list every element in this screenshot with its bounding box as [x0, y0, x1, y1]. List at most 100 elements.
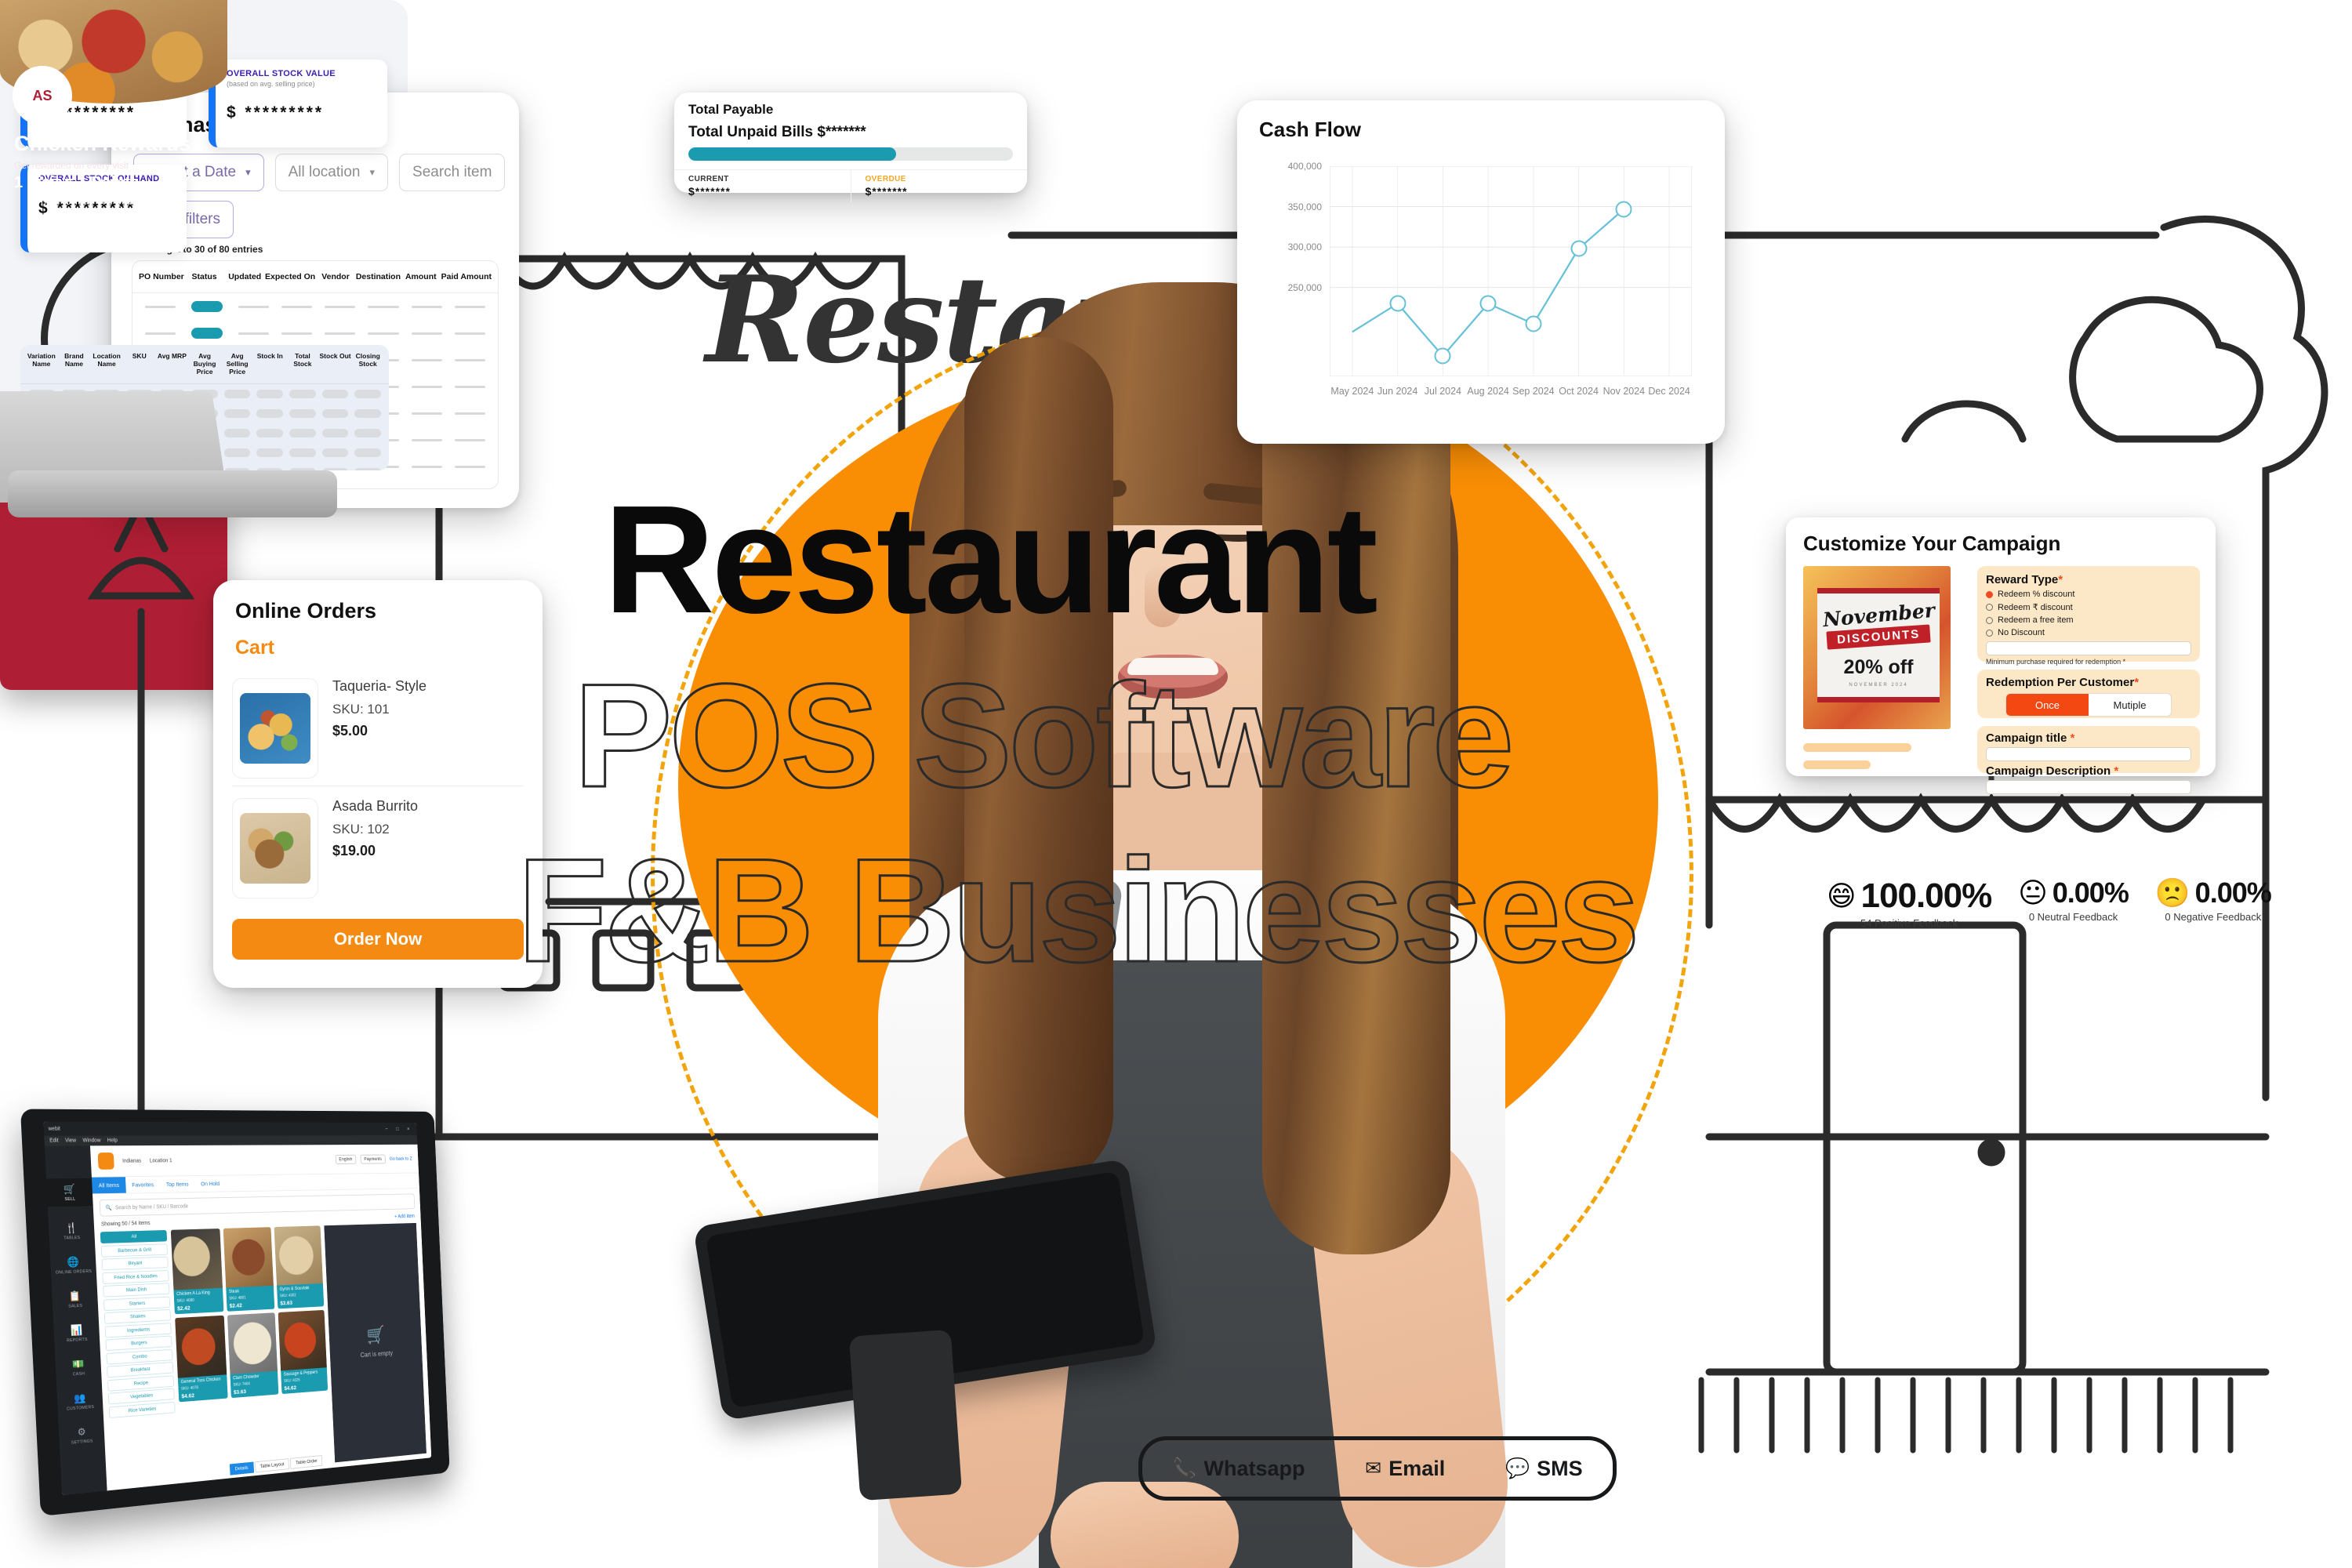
sidebar-icon: 📋: [68, 1290, 82, 1302]
breadcrumb-brand[interactable]: Indianas: [122, 1158, 141, 1163]
cell-placeholder: [289, 390, 316, 399]
product-image: [170, 1229, 223, 1290]
go-back-link[interactable]: Go back to Z: [390, 1156, 412, 1162]
product-tile[interactable]: Gyros & Souvlaki SKU: 4302 $3.63: [274, 1225, 325, 1309]
category-main-dish[interactable]: Main Dish: [103, 1283, 170, 1298]
cell-placeholder: [289, 409, 316, 419]
sidebar-item-online-orders[interactable]: 🌐 ONLINE ORDERS: [50, 1255, 96, 1276]
menu-item[interactable]: View: [65, 1138, 76, 1144]
category-biryani[interactable]: Biryani: [101, 1256, 169, 1271]
pos-search-input[interactable]: 🔍 Search by Name / SKU / Barcode: [99, 1193, 416, 1217]
tab-top-items[interactable]: Top Items: [160, 1176, 195, 1192]
redemption-toggle[interactable]: Once Mutiple: [2005, 693, 2172, 717]
col-destination: Destination: [355, 272, 401, 281]
breadcrumb-location[interactable]: Location 1: [150, 1158, 172, 1163]
channel-sms[interactable]: 💬 SMS: [1505, 1457, 1583, 1481]
cell-placeholder: [354, 468, 382, 470]
product-price: $4.62: [284, 1384, 297, 1392]
sidebar-item-reports[interactable]: 📊 REPORTS: [53, 1323, 100, 1344]
cell-placeholder: [321, 390, 349, 399]
sidebar-item-settings[interactable]: ⚙ SETTINGS: [59, 1425, 105, 1447]
add-item-button[interactable]: + Add Item: [394, 1214, 415, 1219]
item-price: $19.00: [332, 843, 376, 858]
category-shakes[interactable]: Shakes: [103, 1308, 172, 1324]
minimum-purchase-input[interactable]: [1986, 641, 2191, 655]
item-thumbnail-frame: [232, 678, 318, 779]
window-controls[interactable]: − □ ×: [385, 1127, 413, 1131]
toggle-multiple[interactable]: Mutiple: [2089, 694, 2171, 716]
campaign-description-label: Campaign Description *: [1986, 764, 2191, 778]
search-item-input[interactable]: Search item: [399, 154, 506, 191]
category-ingredients[interactable]: Ingredients: [104, 1322, 172, 1338]
product-tile[interactable]: Chicken A La King SKU: 4080 $2.42: [170, 1229, 224, 1315]
radio-redeem-currency[interactable]: Redeem ₹ discount: [1986, 602, 2191, 612]
order-now-button[interactable]: Order Now: [232, 919, 524, 960]
table-row[interactable]: [132, 320, 498, 347]
bottom-tab-details[interactable]: Details: [229, 1461, 254, 1475]
online-orders-title: Online Orders: [235, 599, 377, 622]
product-tile[interactable]: Steak SKU: 4801 $2.42: [223, 1227, 275, 1312]
cell-placeholder: [411, 438, 442, 441]
x-axis-tick: Jul 2024: [1424, 386, 1462, 397]
category-fried-rice-noodles[interactable]: Fried Rice & Noodles: [102, 1269, 169, 1284]
table-row[interactable]: [132, 293, 498, 320]
category-barbecue-grill[interactable]: Barbecue & Grill: [100, 1243, 168, 1258]
radio-redeem-free-item[interactable]: Redeem a free item: [1986, 615, 2191, 625]
bottom-tab-table-order[interactable]: Table Order: [290, 1454, 323, 1469]
sidebar-item-tables[interactable]: 🍴 TABLES: [49, 1221, 95, 1241]
cart-item-details: Taqueria- Style SKU: 101 $5.00: [332, 678, 426, 739]
promo-fine-print: NOVEMBER 2024: [1849, 682, 1908, 688]
cell-placeholder: [411, 412, 442, 415]
x-axis-tick: Nov 2024: [1602, 386, 1646, 397]
campaign-title-heading: Customize Your Campaign: [1803, 532, 2061, 555]
channel-email[interactable]: ✉ Email: [1365, 1457, 1445, 1481]
cart-item-row[interactable]: Asada Burrito SKU: 102 $19.00: [232, 798, 524, 898]
radio-label: No Discount: [1998, 628, 2045, 637]
channel-whatsapp[interactable]: 📞 Whatsapp: [1172, 1457, 1305, 1481]
campaign-description-input[interactable]: [1986, 780, 2191, 794]
y-axis-tick: 250,000: [1287, 281, 1322, 293]
menu-item[interactable]: Edit: [49, 1138, 59, 1144]
sidebar-item-cash[interactable]: 💵 CASH: [55, 1356, 101, 1377]
category-all[interactable]: All: [100, 1229, 168, 1244]
redemption-group: Redemption Per Customer* Once Mutiple: [1977, 670, 2200, 718]
cart-item-row[interactable]: Taqueria- Style SKU: 101 $5.00: [232, 678, 524, 779]
toggle-once[interactable]: Once: [2006, 694, 2089, 716]
radio-no-discount[interactable]: No Discount: [1986, 628, 2191, 637]
channel-label: SMS: [1537, 1456, 1583, 1480]
cell-placeholder: [321, 409, 349, 419]
overdue-value: $*******: [865, 185, 908, 198]
reports-column-header: Brand Name: [64, 352, 84, 368]
category-burgers[interactable]: Burgers: [105, 1335, 172, 1352]
category-rice-varieties[interactable]: Rice Varieties: [108, 1401, 176, 1418]
cell-placeholder: [454, 385, 485, 388]
sidebar-icon: 👥: [74, 1392, 86, 1404]
status-badge: [191, 301, 223, 312]
radio-label: Redeem a free item: [1998, 615, 2074, 625]
cell-placeholder: [454, 438, 485, 441]
cell-placeholder: [281, 305, 312, 308]
product-tile[interactable]: General Tsos Chicken SKU: 4078 $4.62: [175, 1315, 228, 1403]
tab-all-items[interactable]: All Items: [91, 1177, 126, 1194]
stat-subheading: (based on avg. selling price): [227, 80, 315, 88]
menu-item[interactable]: Window: [82, 1138, 100, 1144]
category-starters[interactable]: Starters: [103, 1296, 171, 1311]
cell-placeholder: [145, 332, 176, 335]
y-axis-tick: 400,000: [1287, 161, 1322, 172]
payments-button[interactable]: Payments: [360, 1154, 386, 1164]
campaign-title-input[interactable]: [1986, 747, 2191, 761]
product-tile[interactable]: Sausage & Peppers SKU: 4325 $4.62: [278, 1309, 328, 1395]
tab-favorites[interactable]: Favorites: [125, 1177, 161, 1193]
product-tile[interactable]: Clam Chowder SKU: 7404 $3.63: [227, 1312, 279, 1399]
location-dropdown[interactable]: All location ▾: [274, 154, 389, 191]
menu-item[interactable]: Help: [107, 1138, 118, 1143]
sidebar-item-label: TABLES: [64, 1236, 81, 1241]
sidebar-item-sales[interactable]: 📋 SALES: [52, 1289, 98, 1309]
sidebar-item-customers[interactable]: 👥 CUSTOMERS: [57, 1390, 103, 1412]
language-selector[interactable]: English: [335, 1154, 357, 1164]
tab-on-hold[interactable]: On Hold: [194, 1176, 226, 1192]
bottom-tab-table-layout[interactable]: Table Layout: [254, 1458, 290, 1473]
radio-redeem-percent[interactable]: Redeem % discount: [1986, 590, 2191, 599]
sidebar-item-sell[interactable]: 🛒 SELL: [46, 1178, 93, 1207]
sidebar-icon: ⚙: [77, 1425, 86, 1439]
